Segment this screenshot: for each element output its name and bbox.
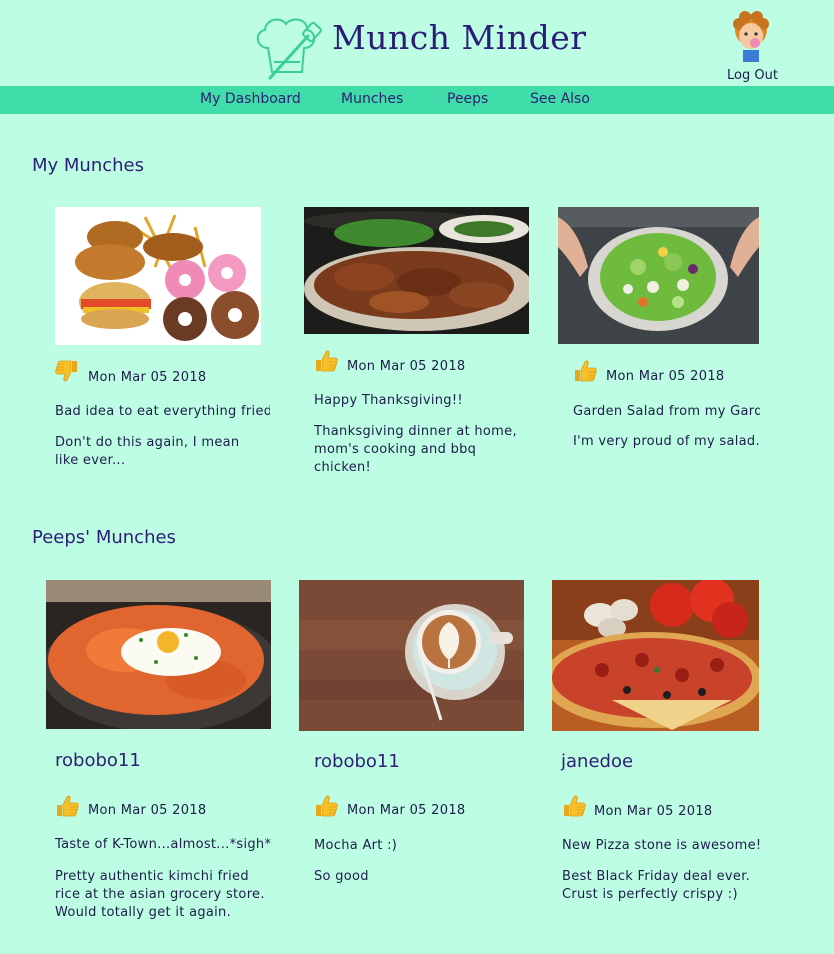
munch-date: Mon Mar 05 2018 <box>594 804 713 819</box>
munch-title: Garden Salad from my Garden <box>573 404 760 419</box>
thumbs-up-icon <box>54 793 80 819</box>
nav-see-also[interactable]: See Also <box>530 91 590 107</box>
munch-description: Don't do this again, I mean like ever... <box>55 435 240 468</box>
my-munches-heading: My Munches <box>32 155 145 176</box>
nav-peeps[interactable]: Peeps <box>447 91 488 107</box>
main-nav: My Dashboard Munches Peeps See Also <box>0 86 834 114</box>
app-header: Munch Minder Log Out <box>0 0 834 86</box>
munch-title: New Pizza stone is awesome! <box>562 838 760 853</box>
munch-description: Thanksgiving dinner at home, mom's cooki… <box>314 424 517 475</box>
munch-date: Mon Mar 05 2018 <box>88 370 207 385</box>
nav-my-dashboard[interactable]: My Dashboard <box>200 91 301 107</box>
bbq-chicken-photo[interactable] <box>304 207 529 334</box>
munch-description: I'm very proud of my salad. <box>573 434 760 449</box>
munch-description: So good <box>314 869 369 884</box>
latte-art-photo[interactable] <box>299 580 524 731</box>
munch-date: Mon Mar 05 2018 <box>347 803 466 818</box>
munch-date: Mon Mar 05 2018 <box>606 369 725 384</box>
munch-title: Happy Thanksgiving!! <box>314 393 463 408</box>
thumbs-up-icon <box>572 358 598 384</box>
garden-salad-photo[interactable] <box>558 207 759 344</box>
logout-link[interactable]: Log Out <box>727 68 778 83</box>
thumbs-down-icon <box>54 358 80 384</box>
thumbs-up-icon <box>313 793 339 819</box>
munch-description: Pretty authentic kimchi fried rice at th… <box>55 869 265 920</box>
kimchi-fried-rice-photo[interactable] <box>46 580 271 729</box>
munch-date: Mon Mar 05 2018 <box>347 359 466 374</box>
thumbs-up-icon <box>561 793 587 819</box>
thumbs-up-icon <box>313 348 339 374</box>
munch-title: Mocha Art :) <box>314 838 398 853</box>
fried-food-photo[interactable] <box>55 207 261 345</box>
user-avatar[interactable] <box>729 10 773 62</box>
app-title: Munch Minder <box>332 18 587 57</box>
munch-date: Mon Mar 05 2018 <box>88 803 207 818</box>
peep-username[interactable]: robobo11 <box>314 751 400 772</box>
nav-munches[interactable]: Munches <box>341 91 403 107</box>
munch-title: Taste of K-Town...almost...*sigh* <box>55 837 272 852</box>
chef-hat-spatula-icon <box>256 18 322 80</box>
peep-username[interactable]: janedoe <box>561 751 633 772</box>
munch-description: Best Black Friday deal ever. Crust is pe… <box>562 869 751 902</box>
peeps-munches-heading: Peeps' Munches <box>32 527 176 548</box>
munch-title: Bad idea to eat everything fried... <box>55 404 270 419</box>
pizza-photo[interactable] <box>552 580 759 731</box>
peep-username[interactable]: robobo11 <box>55 750 141 771</box>
